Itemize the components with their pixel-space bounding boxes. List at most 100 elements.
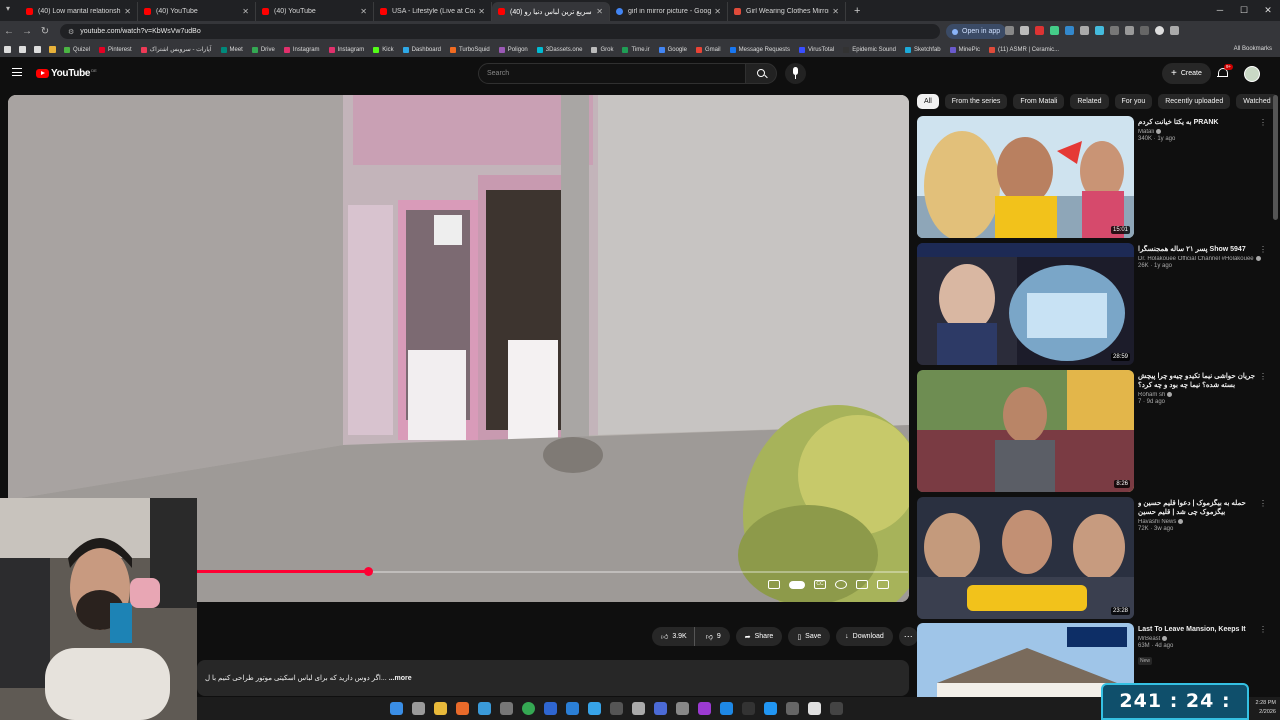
bookmark-icon[interactable] <box>19 46 26 53</box>
hide-icon[interactable] <box>1005 26 1014 35</box>
filter-chip[interactable]: From Matali <box>1013 94 1065 109</box>
bookmark-link[interactable]: MinePic <box>949 46 980 53</box>
bookmark-link[interactable]: VirusTotal <box>798 46 834 53</box>
video-thumbnail[interactable]: 15:01 <box>917 116 1134 238</box>
like-button[interactable]: 👍︎ 3.9K <box>652 627 695 646</box>
recommended-video[interactable]: 15:01 به یکتا خیانت کردم PRANK Matali 340K … <box>917 116 1267 238</box>
start-icon[interactable] <box>390 702 403 715</box>
menu-icon[interactable] <box>12 68 22 76</box>
app-icon[interactable] <box>566 702 579 715</box>
url-field[interactable]: ⚙ youtube.com/watch?v=KbWsVw7udBo <box>60 24 940 39</box>
avatar[interactable] <box>1244 66 1260 82</box>
app-icon[interactable] <box>632 702 645 715</box>
open-in-app-button[interactable]: Open in app <box>946 24 1007 39</box>
search-button[interactable] <box>745 63 777 84</box>
recommended-video[interactable]: 23:28 حمله به بیگزموک | دعوا قلیم حسین و … <box>917 497 1267 619</box>
video-menu-icon[interactable]: ⋮ <box>1259 372 1267 381</box>
tab-close-icon[interactable]: ✕ <box>242 7 249 16</box>
app-icon[interactable] <box>544 702 557 715</box>
discord-icon[interactable] <box>654 702 667 715</box>
extension-icon[interactable] <box>1110 26 1119 35</box>
bookmark-link[interactable]: Dashboard <box>402 46 441 53</box>
search-input[interactable]: Search <box>478 63 746 84</box>
download-button[interactable]: ↓ Download <box>836 627 893 646</box>
app-icon[interactable] <box>698 702 711 715</box>
filter-chip[interactable]: Watched <box>1236 94 1278 109</box>
bookmark-icon[interactable] <box>4 46 11 53</box>
filter-chip[interactable]: All <box>917 94 939 109</box>
sidepanel-icon[interactable] <box>1140 26 1149 35</box>
description-more-link[interactable]: ...more <box>389 675 412 682</box>
bookmark-link[interactable]: Quizel <box>64 46 90 53</box>
bookmark-link[interactable]: Time.ir <box>622 46 650 53</box>
profile-icon[interactable] <box>1155 26 1164 35</box>
bookmark-link[interactable]: Message Requests <box>729 46 790 53</box>
bookmark-link[interactable]: Instagram <box>328 46 364 53</box>
video-thumbnail[interactable]: 23:28 <box>917 497 1134 619</box>
forward-icon[interactable]: → <box>18 26 36 37</box>
description-box[interactable]: اگر دوس دارید که برای لباس اسکیتی موتور … <box>197 660 909 696</box>
app-icon[interactable] <box>610 702 623 715</box>
bookmark-link[interactable]: 3Dassets.one <box>536 46 582 53</box>
bookmark-link[interactable]: (11) ASMR | Ceramic... <box>988 46 1059 53</box>
tab-close-icon[interactable]: ✕ <box>714 7 721 16</box>
progress-scrubber[interactable] <box>363 567 373 576</box>
app-icon[interactable] <box>830 702 843 715</box>
video-title[interactable]: حمله به بیگزموک | دعوا قلیم حسین و بیگزم… <box>1138 499 1263 517</box>
menu-dots-icon[interactable] <box>1170 26 1179 35</box>
recommended-video[interactable]: 8:26 جریان حواشی نیما تکیدو چیه‌و چرا پیچ… <box>917 370 1267 492</box>
subtitles-icon[interactable]: CC <box>814 580 826 589</box>
create-button[interactable]: + Create <box>1162 63 1211 84</box>
video-menu-icon[interactable]: ⋮ <box>1259 499 1267 508</box>
filter-chip[interactable]: Related <box>1070 94 1109 109</box>
app-icon[interactable] <box>764 702 777 715</box>
site-info-icon[interactable]: ⚙ <box>68 28 74 36</box>
channel-name[interactable]: Havashi News <box>1138 519 1176 525</box>
page-scrollbar[interactable] <box>1273 95 1278 220</box>
chrome-icon[interactable] <box>522 702 535 715</box>
video-title[interactable]: Last To Leave Mansion, Keeps It <box>1138 625 1263 634</box>
fullscreen-icon[interactable] <box>877 580 889 589</box>
bookmark-star-icon[interactable] <box>1020 26 1029 35</box>
maximize-icon[interactable]: ☐ <box>1232 0 1256 21</box>
extension-icon[interactable] <box>1080 26 1089 35</box>
bookmark-link[interactable]: Sketchfab <box>904 46 941 53</box>
video-title[interactable]: به یکتا خیانت کردم PRANK <box>1138 118 1263 127</box>
voice-search-icon[interactable] <box>785 63 806 84</box>
extension-icon[interactable] <box>1035 26 1044 35</box>
extensions-puzzle-icon[interactable] <box>1125 26 1134 35</box>
video-thumbnail[interactable]: 8:26 <box>917 370 1134 492</box>
back-icon[interactable]: ← <box>0 26 18 37</box>
tab-close-icon[interactable]: ✕ <box>478 7 485 16</box>
extension-icon[interactable] <box>1095 26 1104 35</box>
tab-close-icon[interactable]: ✕ <box>124 7 131 16</box>
video-menu-icon[interactable]: ⋮ <box>1259 118 1267 127</box>
bookmark-link[interactable]: Drive <box>251 46 275 53</box>
video-thumbnail[interactable]: 28:59 <box>917 243 1134 365</box>
theater-mode-icon[interactable] <box>856 580 868 589</box>
system-tray-clock[interactable]: 2:28 PM 2/2026 <box>1256 699 1276 717</box>
taskview-icon[interactable] <box>412 702 425 715</box>
bookmark-link[interactable]: TurboSquid <box>449 46 490 53</box>
bookmark-link[interactable]: Google <box>658 46 687 53</box>
app-icon[interactable] <box>676 702 689 715</box>
extension-icon[interactable] <box>1050 26 1059 35</box>
bookmark-link[interactable]: Grok <box>591 46 613 53</box>
filter-chip[interactable]: For you <box>1114 94 1153 109</box>
youtube-logo[interactable]: YouTube DE <box>36 68 97 79</box>
recommended-video[interactable]: 28:59 پسر ۲۱ ساله همجنسگرا Show 5947 Dr. H… <box>917 243 1267 365</box>
video-menu-icon[interactable]: ⋮ <box>1259 625 1267 634</box>
app-icon[interactable] <box>742 702 755 715</box>
all-bookmarks-link[interactable]: All Bookmarks <box>1234 46 1272 52</box>
channel-name[interactable]: Matali <box>1138 129 1154 135</box>
app-icon[interactable] <box>478 702 491 715</box>
bookmark-icon[interactable] <box>34 46 41 53</box>
reload-icon[interactable]: ↻ <box>36 26 54 37</box>
tab-close-icon[interactable]: ✕ <box>832 7 839 16</box>
filter-chip[interactable]: From the series <box>944 94 1008 109</box>
folder-icon[interactable] <box>49 46 56 53</box>
tab-close-icon[interactable]: ✕ <box>596 7 603 16</box>
miniplayer-icon[interactable] <box>768 580 780 589</box>
save-button[interactable]: ▯ Save <box>788 627 831 646</box>
browser-tab[interactable]: (40) Low marital relationsh ✕ <box>20 2 138 21</box>
